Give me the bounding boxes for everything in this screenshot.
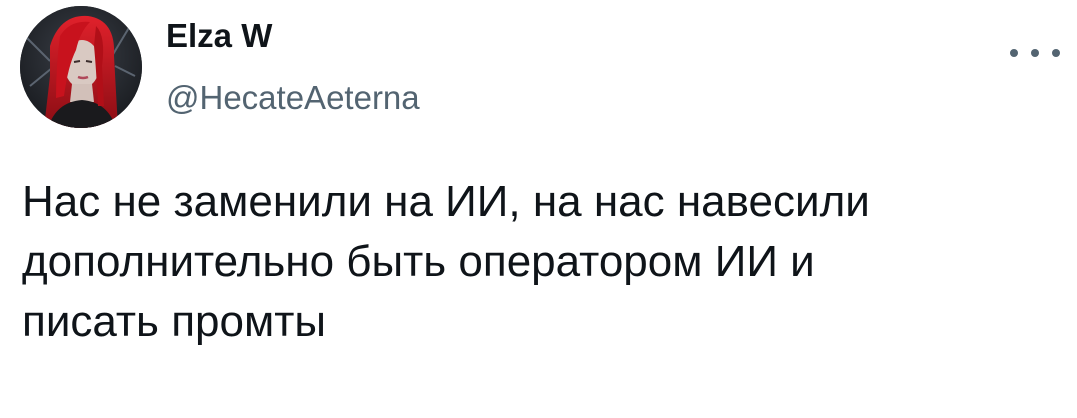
tweet-text: Нас не заменили на ИИ, на нас навесили д… (22, 172, 1052, 352)
author-display-name[interactable]: Elza W (166, 16, 420, 56)
tweet-text-line: писать промты (22, 297, 327, 346)
avatar[interactable] (20, 6, 142, 128)
tweet-text-line: дополнительно быть оператором ИИ и (22, 237, 815, 286)
author-handle[interactable]: @HecateAeterna (166, 78, 420, 118)
more-options-icon-dot (1052, 49, 1060, 57)
more-options-button[interactable] (1010, 38, 1060, 68)
profile-avatar-icon (20, 6, 142, 128)
tweet-text-line: Нас не заменили на ИИ, на нас навесили (22, 177, 870, 226)
more-options-icon (1010, 49, 1018, 57)
tweet-card: Elza W @HecateAeterna Нас не заменили на… (0, 0, 1077, 418)
author-info: Elza W @HecateAeterna (166, 16, 420, 118)
more-options-icon-dot (1031, 49, 1039, 57)
